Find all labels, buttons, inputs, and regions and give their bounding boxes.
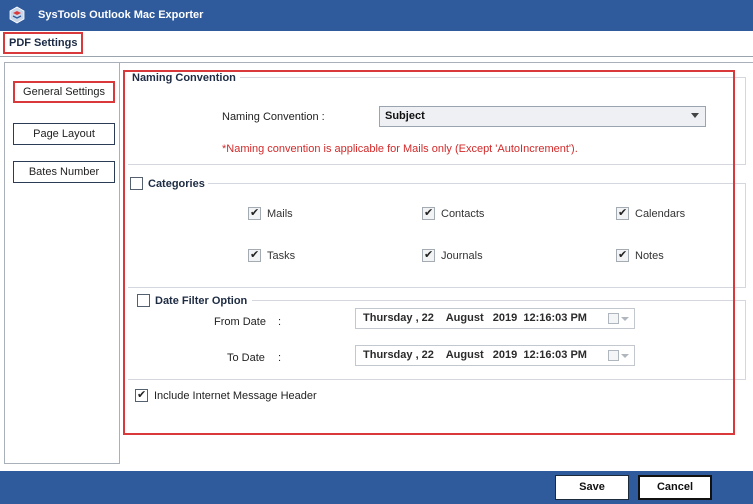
notes-checkbox[interactable]: ✔ [616, 248, 629, 262]
checkmark-icon: ✔ [250, 248, 260, 261]
checkmark-icon: ✔ [618, 206, 628, 219]
sidebar-item-bates-number[interactable]: Bates Number [13, 161, 115, 183]
date-filter-checkbox[interactable] [137, 294, 150, 307]
tasks-checkbox[interactable]: ✔ [248, 248, 261, 262]
systools-logo-icon [9, 6, 25, 24]
categories-checkbox[interactable] [130, 177, 143, 190]
date-filter-label: Date Filter Option [155, 295, 248, 307]
naming-group-border-right [745, 77, 746, 165]
checkmark-icon: ✔ [618, 248, 628, 261]
calendar-icon[interactable] [608, 313, 619, 324]
calendars-checkbox[interactable]: ✔ [616, 206, 629, 220]
date-group-border-right [745, 300, 746, 380]
from-date-picker[interactable]: Thursday , 22 August 2019 12:16:03 PM [355, 308, 635, 329]
cancel-button[interactable]: Cancel [638, 475, 712, 500]
categories-group-border-right [745, 183, 746, 288]
window-title: SysTools Outlook Mac Exporter [38, 9, 204, 21]
calendars-label: Calendars [635, 208, 686, 220]
journals-checkbox[interactable]: ✔ [422, 248, 435, 262]
internet-header-label: Include Internet Message Header [154, 390, 317, 402]
contacts-checkbox[interactable]: ✔ [422, 206, 435, 220]
mails-label: Mails [267, 208, 293, 220]
to-date-colon: : [278, 352, 282, 364]
save-button[interactable]: Save [555, 475, 629, 500]
naming-convention-select[interactable]: Subject [379, 106, 706, 127]
categories-label: Categories [148, 178, 205, 190]
tab-pdf-settings[interactable]: PDF Settings [3, 32, 84, 54]
journals-label: Journals [441, 250, 483, 262]
from-date-value: Thursday , 22 August 2019 12:16:03 PM [363, 312, 587, 324]
checkmark-icon: ✔ [137, 388, 147, 401]
title-bar: SysTools Outlook Mac Exporter [0, 0, 753, 31]
checkmark-icon: ✔ [424, 206, 434, 219]
chevron-down-icon [691, 113, 699, 118]
naming-group-title: Naming Convention [132, 72, 236, 84]
to-date-value: Thursday , 22 August 2019 12:16:03 PM [363, 349, 587, 361]
from-date-colon: : [278, 316, 282, 328]
to-date-label: To Date [227, 352, 265, 364]
contacts-label: Contacts [441, 208, 485, 220]
naming-convention-value: Subject [385, 110, 425, 122]
tab-strip: PDF Settings [0, 31, 753, 57]
notes-label: Notes [635, 250, 664, 262]
chevron-down-icon[interactable] [621, 354, 629, 358]
from-date-label: From Date [214, 316, 266, 328]
settings-nav: General Settings Page Layout Bates Numbe… [4, 62, 120, 464]
sidebar-item-page-layout[interactable]: Page Layout [13, 123, 115, 145]
naming-convention-label: Naming Convention : [222, 111, 325, 123]
checkmark-icon: ✔ [250, 206, 260, 219]
tasks-label: Tasks [267, 250, 296, 262]
mails-checkbox[interactable]: ✔ [248, 206, 261, 220]
checkmark-icon: ✔ [424, 248, 434, 261]
internet-header-checkbox[interactable]: ✔ [135, 388, 148, 402]
chevron-down-icon[interactable] [621, 317, 629, 321]
calendar-icon[interactable] [608, 350, 619, 361]
sidebar-item-general-settings[interactable]: General Settings [13, 81, 115, 103]
naming-convention-note: *Naming convention is applicable for Mai… [222, 143, 578, 155]
to-date-picker[interactable]: Thursday , 22 August 2019 12:16:03 PM [355, 345, 635, 366]
